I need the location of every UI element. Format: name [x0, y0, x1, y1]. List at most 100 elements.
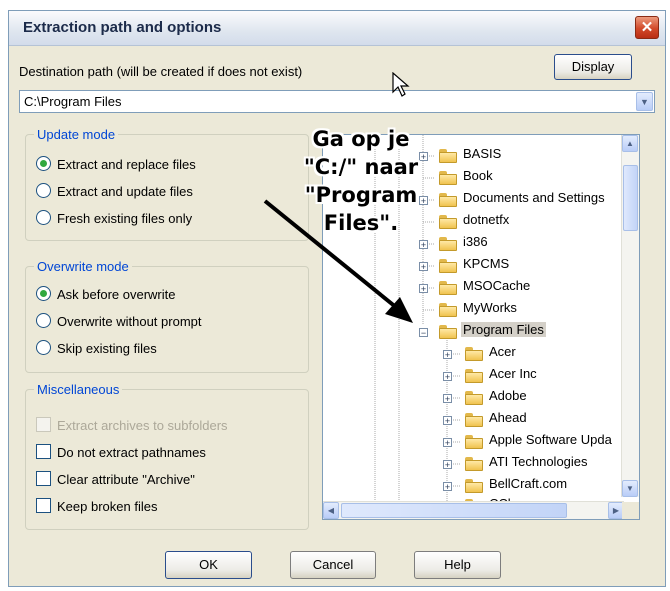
ok-button[interactable]: OK — [165, 551, 252, 579]
tree-item-label: dotnetfx — [463, 212, 510, 227]
annotation-line: "C:/" naar — [303, 155, 419, 179]
tree-item-label-selected: Program Files — [461, 322, 546, 337]
destination-path-value: C:\Program Files — [24, 94, 122, 109]
overwrite-option-skip[interactable]: Skip existing files — [36, 340, 157, 358]
folder-icon — [439, 237, 457, 251]
display-button[interactable]: Display — [554, 54, 632, 80]
chevron-down-icon[interactable]: ▼ — [636, 92, 653, 111]
tree-item-msocache[interactable]: + MSOCache — [323, 278, 623, 300]
tree-item-label: KPCMS — [463, 256, 510, 271]
tree-item-label: BASIS — [463, 146, 502, 161]
checkbox-icon[interactable] — [36, 444, 51, 459]
misc-option-broken[interactable]: Keep broken files — [36, 498, 157, 516]
extraction-dialog: Extraction path and options ✕ Destinatio… — [8, 10, 666, 587]
folder-icon — [465, 413, 483, 427]
cancel-button[interactable]: Cancel — [290, 551, 376, 579]
help-button[interactable]: Help — [414, 551, 501, 579]
tree-child-adobe[interactable]: + Adobe — [323, 388, 623, 410]
tree-item-kpcms[interactable]: + KPCMS — [323, 256, 623, 278]
scroll-up-icon[interactable]: ▲ — [622, 135, 638, 152]
miscellaneous-group: Miscellaneous Extract archives to subfol… — [25, 382, 309, 530]
radio-selected-icon[interactable] — [36, 156, 51, 171]
checkbox-icon[interactable] — [36, 498, 51, 513]
tree-item-i386[interactable]: + i386 — [323, 234, 623, 256]
mouse-cursor-icon — [392, 72, 410, 97]
scroll-down-icon[interactable]: ▼ — [622, 480, 638, 497]
option-label: Keep broken files — [57, 499, 158, 514]
expand-plus-icon[interactable]: + — [443, 438, 452, 448]
overwrite-option-ask[interactable]: Ask before overwrite — [36, 286, 176, 304]
update-mode-title: Update mode — [34, 127, 119, 142]
folder-open-icon — [439, 325, 457, 339]
dialog-title: Extraction path and options — [23, 19, 222, 36]
tree-item-label: i386 — [463, 234, 488, 249]
horizontal-scrollbar[interactable]: ◀ ▶ — [323, 501, 624, 519]
option-label: Extract and replace files — [57, 157, 196, 172]
tree-child-ahead[interactable]: + Ahead — [323, 410, 623, 432]
tree-child-apple-software[interactable]: + Apple Software Upda — [323, 432, 623, 454]
scrollbar-corner — [622, 502, 639, 519]
annotation-line: Ga op je — [312, 127, 410, 151]
misc-option-subfolders: Extract archives to subfolders — [36, 417, 228, 435]
tree-item-label: Adobe — [489, 388, 527, 403]
expand-plus-icon[interactable]: + — [443, 372, 452, 382]
radio-icon[interactable] — [36, 340, 51, 355]
checkbox-icon[interactable] — [36, 471, 51, 486]
folder-icon — [439, 281, 457, 295]
close-button[interactable]: ✕ — [635, 16, 659, 39]
annotation-text: Ga op je "C:/" naar "Program Files". — [271, 125, 451, 237]
option-label: Ask before overwrite — [57, 287, 176, 302]
option-label: Fresh existing files only — [57, 211, 193, 226]
update-option-fresh[interactable]: Fresh existing files only — [36, 210, 192, 228]
folder-icon — [465, 347, 483, 361]
tree-item-label: Documents and Settings — [463, 190, 605, 205]
vertical-scroll-thumb[interactable] — [623, 165, 638, 231]
destination-path-input[interactable]: C:\Program Files ▼ — [19, 90, 655, 113]
update-option-update[interactable]: Extract and update files — [36, 183, 193, 201]
radio-icon[interactable] — [36, 183, 51, 198]
expand-plus-icon[interactable]: + — [419, 262, 428, 272]
tree-child-acer-inc[interactable]: + Acer Inc — [323, 366, 623, 388]
misc-option-archive[interactable]: Clear attribute "Archive" — [36, 471, 195, 489]
expand-plus-icon[interactable]: + — [443, 482, 452, 492]
expand-plus-icon[interactable]: + — [443, 416, 452, 426]
miscellaneous-title: Miscellaneous — [34, 382, 123, 397]
tree-item-myworks[interactable]: MyWorks — [323, 300, 623, 322]
radio-icon[interactable] — [36, 313, 51, 328]
option-label: Extract archives to subfolders — [57, 418, 228, 433]
overwrite-mode-group: Overwrite mode Ask before overwrite Over… — [25, 259, 309, 373]
vertical-scrollbar[interactable]: ▲ ▼ — [621, 135, 639, 497]
radio-icon[interactable] — [36, 210, 51, 225]
tree-child-acer[interactable]: + Acer — [323, 344, 623, 366]
tree-item-label: Acer Inc — [489, 366, 537, 381]
folder-icon — [465, 391, 483, 405]
tree-item-label: BellCraft.com — [489, 476, 568, 491]
radio-selected-icon[interactable] — [36, 286, 51, 301]
destination-label: Destination path (will be created if doe… — [19, 64, 303, 79]
tree-item-label: MSOCache — [463, 278, 531, 293]
annotation-line: "Program — [304, 183, 418, 207]
option-label: Do not extract pathnames — [57, 445, 206, 460]
folder-icon — [465, 457, 483, 471]
horizontal-scroll-thumb[interactable] — [341, 503, 567, 518]
expand-plus-icon[interactable]: + — [443, 350, 452, 360]
tree-item-program-files[interactable]: − Program Files — [323, 322, 623, 344]
update-mode-group: Update mode Extract and replace files Ex… — [25, 127, 309, 241]
scroll-left-icon[interactable]: ◀ — [323, 502, 339, 519]
tree-item-label: ATI Technologies — [489, 454, 588, 469]
expand-plus-icon[interactable]: + — [419, 284, 428, 294]
folder-icon — [465, 435, 483, 449]
tree-child-ati-technologies[interactable]: + ATI Technologies — [323, 454, 623, 476]
overwrite-option-overwrite[interactable]: Overwrite without prompt — [36, 313, 202, 331]
update-option-replace[interactable]: Extract and replace files — [36, 156, 196, 174]
misc-option-pathnames[interactable]: Do not extract pathnames — [36, 444, 206, 462]
tree-child-bellcraft[interactable]: + BellCraft.com — [323, 476, 623, 498]
expand-plus-icon[interactable]: + — [419, 240, 428, 250]
title-bar: Extraction path and options ✕ — [9, 11, 665, 46]
folder-icon — [465, 479, 483, 493]
expand-plus-icon[interactable]: + — [443, 394, 452, 404]
collapse-minus-icon[interactable]: − — [419, 328, 428, 338]
tree-item-label: Book — [463, 168, 493, 183]
option-label: Skip existing files — [57, 341, 157, 356]
expand-plus-icon[interactable]: + — [443, 460, 452, 470]
